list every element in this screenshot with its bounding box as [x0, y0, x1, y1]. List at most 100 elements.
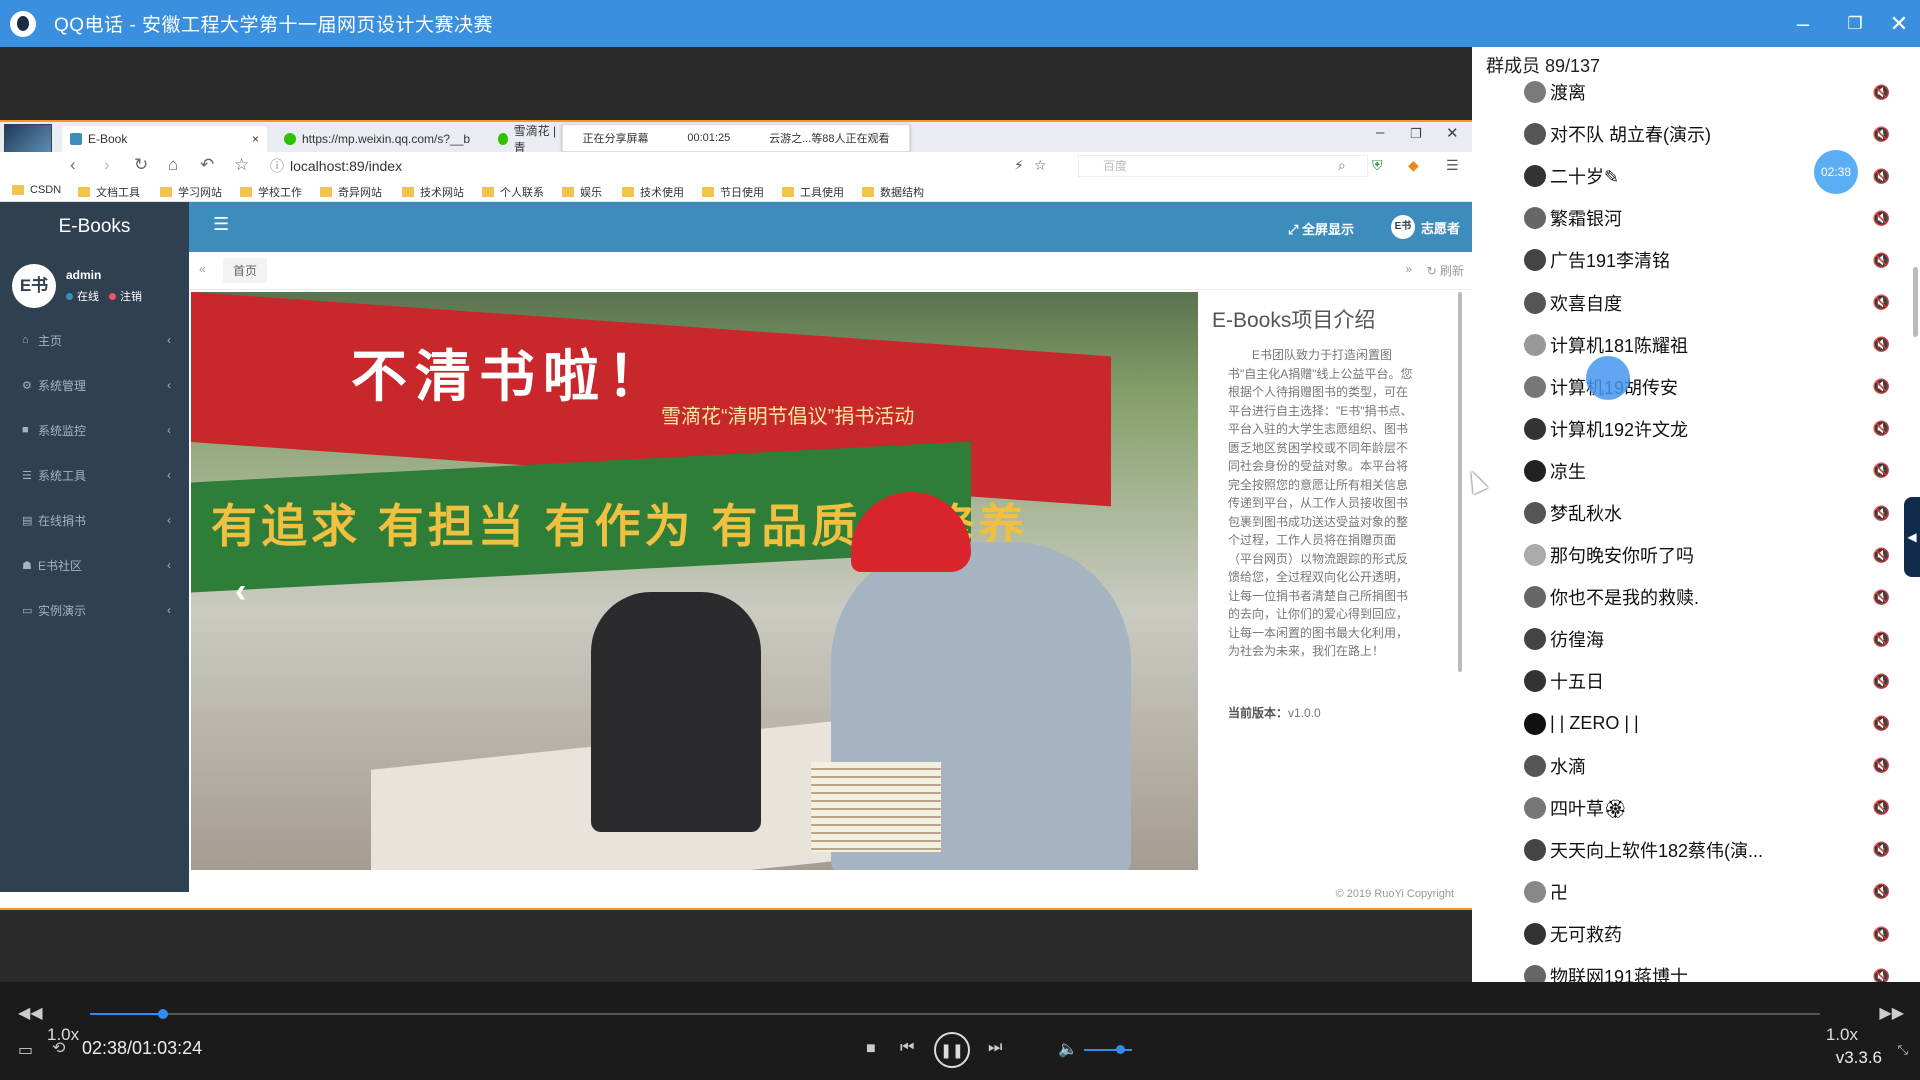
- member-item[interactable]: | | ZERO | | 🔇: [1524, 708, 1904, 740]
- member-item[interactable]: 那句晚安你听了吗 🔇: [1524, 539, 1904, 571]
- fast-forward-icon[interactable]: ▶▶: [1879, 1003, 1904, 1023]
- menu-icon[interactable]: ☰: [1446, 157, 1459, 174]
- member-name: 繁霜银河: [1550, 209, 1622, 230]
- bookmark-item[interactable]: CSDN: [12, 184, 61, 196]
- next-icon[interactable]: ⏭: [988, 1039, 1002, 1057]
- scroll-left-icon[interactable]: «: [199, 262, 206, 276]
- bookmark-item[interactable]: 文档工具: [78, 184, 140, 200]
- brand-title[interactable]: E-Books: [0, 202, 189, 252]
- scroll-right-icon[interactable]: »: [1405, 262, 1412, 276]
- address-bar[interactable]: ⓘ localhost:89/index: [270, 155, 1050, 177]
- member-item[interactable]: 四叶草🏵 🔇: [1524, 792, 1904, 824]
- member-item[interactable]: 凉生 🔇: [1524, 455, 1904, 487]
- member-item[interactable]: 水滴 🔇: [1524, 750, 1904, 782]
- member-name: 二十岁✎: [1550, 167, 1620, 188]
- tab-close-icon[interactable]: ×: [252, 132, 259, 146]
- bookmark-item[interactable]: 技术使用: [622, 184, 684, 200]
- sidebar-item-donate[interactable]: ▤ 在线捐书 ‹: [0, 502, 189, 538]
- reload-icon[interactable]: ↻: [134, 155, 148, 175]
- restore-button[interactable]: ❐: [1832, 0, 1878, 47]
- mic-muted-icon: 🔇: [1872, 504, 1890, 521]
- fullscreen-button[interactable]: ⤢ 全屏显示: [1288, 219, 1354, 238]
- user-avatar[interactable]: E书: [12, 264, 56, 308]
- undo-icon[interactable]: ↶: [200, 155, 214, 175]
- avatar: [1524, 333, 1546, 356]
- member-item[interactable]: 广告191李清铭 🔇: [1524, 244, 1904, 276]
- bookmark-item[interactable]: 学习网站: [160, 184, 222, 200]
- bookmark-item[interactable]: 节日使用: [702, 184, 764, 200]
- intro-scrollbar[interactable]: [1458, 292, 1462, 672]
- collapse-panel-icon[interactable]: ◀: [1904, 497, 1920, 577]
- avatar: [1524, 712, 1546, 735]
- bookmark-item[interactable]: 数据结构: [862, 184, 924, 200]
- bookmark-item[interactable]: 学校工作: [240, 184, 302, 200]
- sidebar-item-community[interactable]: ☗ E书社区 ‹: [0, 547, 189, 583]
- shrink-icon[interactable]: ⤡: [1898, 1042, 1908, 1058]
- member-item[interactable]: 繁霜银河 🔇: [1524, 202, 1904, 234]
- browser-close-button[interactable]: ✕: [1446, 124, 1459, 142]
- member-item[interactable]: 渡离 🔇: [1524, 76, 1904, 108]
- volume-icon[interactable]: 🔈: [1058, 1039, 1078, 1059]
- search-icon[interactable]: ⌕: [1338, 157, 1346, 174]
- browser-restore-button[interactable]: ❐: [1410, 126, 1422, 142]
- member-item[interactable]: 卍 🔇: [1524, 876, 1904, 908]
- previous-icon[interactable]: ⏮: [900, 1039, 914, 1057]
- tab-ebook[interactable]: E-Book ×: [62, 126, 267, 152]
- bookmark-item[interactable]: 技术网站: [402, 184, 464, 200]
- bookmark-item[interactable]: 个人联系: [482, 184, 544, 200]
- member-name: 那句晚安你听了吗: [1550, 546, 1694, 567]
- browser-minimize-button[interactable]: –: [1376, 124, 1384, 141]
- member-item[interactable]: 计算机181陈耀祖 🔇: [1524, 329, 1904, 361]
- refresh-label: 刷新: [1439, 264, 1464, 278]
- forward-icon[interactable]: ›: [104, 155, 110, 175]
- bookmark-item[interactable]: 娱乐: [562, 184, 602, 200]
- sidebar-toggle-icon[interactable]: ☰: [213, 214, 229, 235]
- carousel-prev-icon[interactable]: ‹: [235, 572, 246, 611]
- bookmark-item[interactable]: 工具使用: [782, 184, 844, 200]
- member-item[interactable]: 无可救药 🔇: [1524, 918, 1904, 950]
- tab-weixin[interactable]: https://mp.weixin.qq.com/s?__b: [276, 126, 486, 152]
- member-item[interactable]: 十五日 🔇: [1524, 665, 1904, 697]
- bookmark-item[interactable]: 奇异网站: [320, 184, 382, 200]
- stop-icon[interactable]: ■: [866, 1040, 876, 1058]
- tab-snowdrop[interactable]: 雪滴花 | 青: [490, 124, 560, 155]
- lightning-icon[interactable]: ⚡: [1014, 157, 1024, 174]
- star-icon[interactable]: ☆: [1034, 157, 1047, 174]
- close-button[interactable]: ✕: [1876, 0, 1920, 47]
- member-item[interactable]: 计算机19胡传安🔇: [1524, 371, 1904, 403]
- member-item[interactable]: 计算机192许文龙 🔇: [1524, 413, 1904, 445]
- pause-button[interactable]: ❚❚: [934, 1032, 970, 1068]
- rewind-icon[interactable]: ◀◀: [18, 1003, 43, 1023]
- shield-icon[interactable]: ⛨: [1372, 157, 1383, 174]
- logout-link[interactable]: 注销: [120, 288, 142, 304]
- volume-handle[interactable]: [1116, 1045, 1125, 1054]
- speed-right[interactable]: 1.0x: [1826, 1025, 1858, 1045]
- back-icon[interactable]: ‹: [70, 155, 76, 175]
- member-name: 卍: [1550, 882, 1568, 903]
- home-icon[interactable]: ⌂: [168, 155, 178, 175]
- refresh-button[interactable]: ↻ 刷新: [1427, 262, 1464, 279]
- sidebar-item-demo[interactable]: ▭ 实例演示 ‹: [0, 592, 189, 628]
- extension-icon[interactable]: ◆: [1408, 157, 1419, 174]
- member-item[interactable]: 梦乱秋水 🔇: [1524, 497, 1904, 529]
- member-item[interactable]: 欢喜自度 🔇: [1524, 287, 1904, 319]
- folder-icon[interactable]: ▭: [18, 1040, 33, 1060]
- loop-icon[interactable]: ⟲: [52, 1038, 65, 1058]
- seek-handle[interactable]: [157, 1009, 168, 1019]
- search-input[interactable]: 百度: [1078, 155, 1368, 177]
- member-item[interactable]: 天天向上软件182蔡伟(演... 🔇: [1524, 834, 1904, 866]
- seek-track[interactable]: [90, 1013, 1820, 1015]
- tab-home[interactable]: 首页: [223, 258, 268, 283]
- bookmarks-bar: CSDN 文档工具 学习网站 学校工作 奇异网站 技术网站 个人联系 娱乐 技术…: [0, 180, 1472, 202]
- minimize-button[interactable]: –: [1780, 0, 1826, 47]
- member-item[interactable]: 对不队 胡立春(演示) 🔇: [1524, 118, 1904, 150]
- member-item[interactable]: 你也不是我的救赎. 🔇: [1524, 581, 1904, 613]
- member-list-scrollbar[interactable]: [1913, 267, 1918, 337]
- sidebar-item-tools[interactable]: ☰ 系统工具 ‹: [0, 457, 189, 493]
- sidebar-item-home[interactable]: ⌂ 主页 ‹: [0, 322, 189, 358]
- sidebar-item-monitor[interactable]: ■ 系统监控 ‹: [0, 412, 189, 448]
- member-item[interactable]: 彷徨海 🔇: [1524, 623, 1904, 655]
- user-menu[interactable]: E书 志愿者: [1390, 215, 1460, 239]
- sidebar-item-system[interactable]: ⚙ 系统管理 ‹: [0, 367, 189, 403]
- bookmark-star-icon[interactable]: ☆: [234, 155, 249, 175]
